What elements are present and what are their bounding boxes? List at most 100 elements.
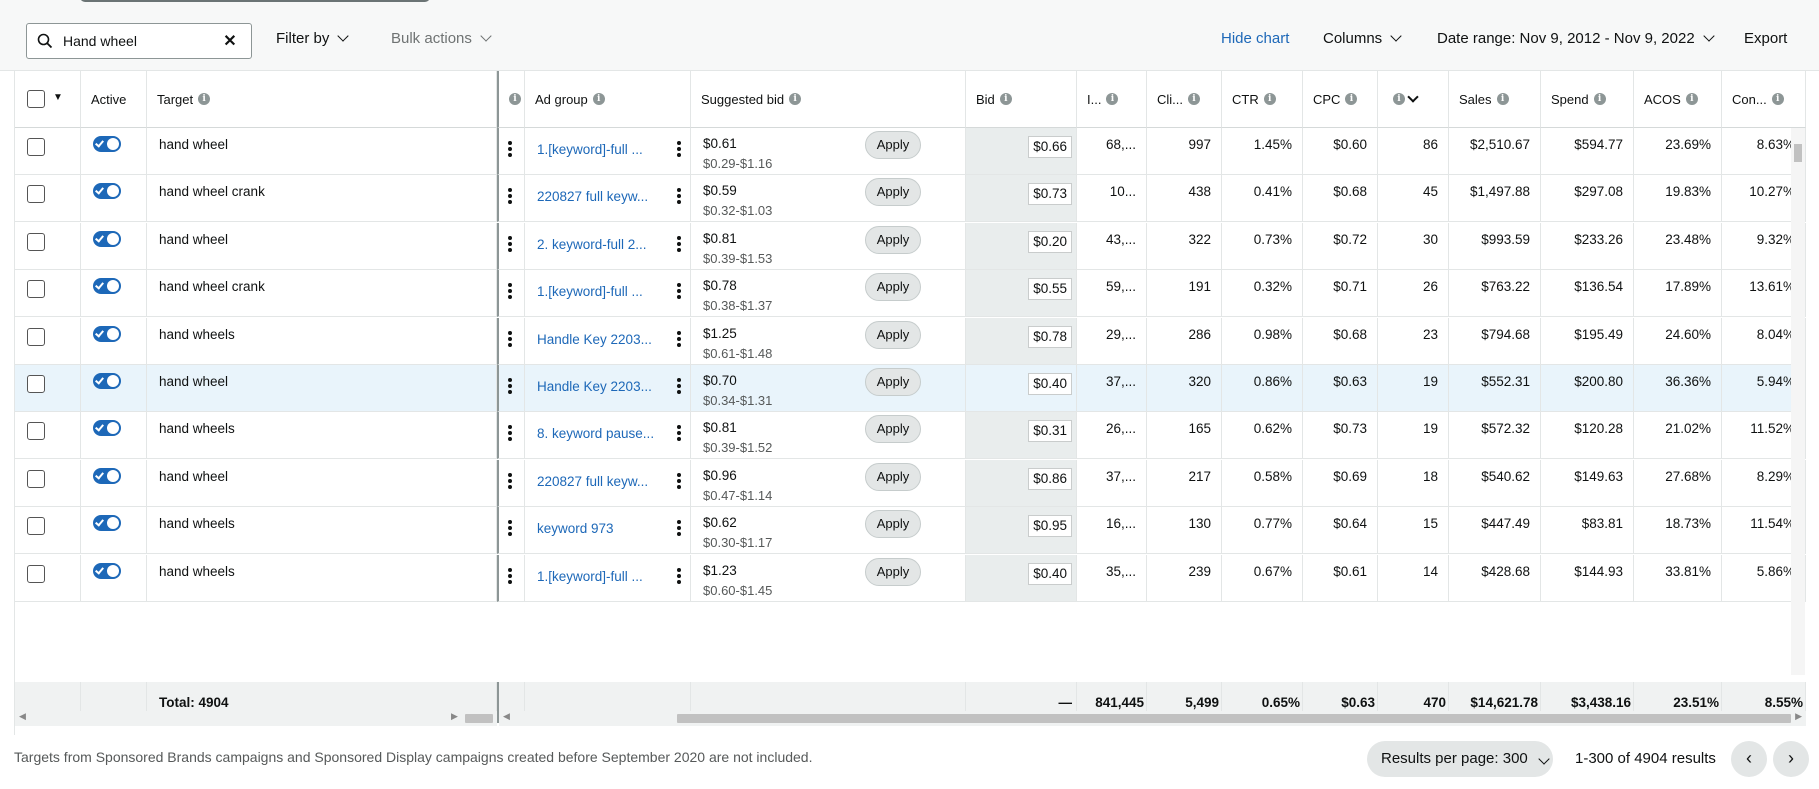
row-checkbox[interactable] [27, 328, 45, 346]
row-checkbox[interactable] [27, 233, 45, 251]
column-header-bid[interactable]: Bid i [966, 71, 1077, 128]
more-actions-icon[interactable] [508, 283, 512, 301]
left-scroll-thumb[interactable] [465, 714, 493, 723]
row-checkbox[interactable] [27, 517, 45, 535]
more-actions-icon[interactable] [508, 378, 512, 396]
active-toggle[interactable] [93, 278, 121, 294]
column-header-orders[interactable]: i [1378, 71, 1449, 128]
column-header-cpc[interactable]: CPC i [1303, 71, 1378, 128]
active-toggle[interactable] [93, 183, 121, 199]
row-checkbox[interactable] [27, 565, 45, 583]
column-header-ad-group[interactable]: Ad group i [525, 71, 691, 128]
active-toggle[interactable] [93, 231, 121, 247]
next-page-button[interactable]: › [1773, 741, 1809, 777]
column-header-ctr[interactable]: CTR i [1222, 71, 1303, 128]
apply-button[interactable]: Apply [865, 510, 921, 538]
bid-input[interactable]: $0.40 [1028, 373, 1072, 395]
more-actions-icon[interactable] [508, 425, 512, 443]
scroll-left-icon[interactable]: ◀ [19, 711, 26, 722]
apply-button[interactable]: Apply [865, 321, 921, 349]
row-checkbox[interactable] [27, 470, 45, 488]
column-header-sales[interactable]: Sales i [1449, 71, 1541, 128]
more-actions-icon[interactable] [677, 283, 681, 301]
column-header-target[interactable]: Target i [147, 71, 497, 128]
search-value[interactable]: Hand wheel [63, 33, 217, 49]
hide-chart-link[interactable]: Hide chart [1221, 30, 1289, 47]
ad-group-link[interactable]: Handle Key 2203... [537, 379, 652, 394]
bid-input[interactable]: $0.95 [1028, 515, 1072, 537]
sort-descending-icon[interactable] [1407, 90, 1419, 103]
active-toggle[interactable] [93, 136, 121, 152]
column-header-conv[interactable]: Con... i [1722, 71, 1806, 128]
active-toggle[interactable] [93, 515, 121, 531]
date-range-button[interactable]: Date range: Nov 9, 2012 - Nov 9, 2022 [1437, 30, 1715, 47]
active-toggle[interactable] [93, 326, 121, 342]
column-header-active[interactable]: Active [81, 71, 147, 128]
more-actions-icon[interactable] [508, 520, 512, 538]
clear-search-icon[interactable]: ✕ [217, 31, 243, 51]
active-toggle[interactable] [93, 468, 121, 484]
row-checkbox[interactable] [27, 422, 45, 440]
more-actions-icon[interactable] [508, 188, 512, 206]
results-per-page-select[interactable]: Results per page: 300 [1367, 741, 1553, 777]
bid-input[interactable]: $0.31 [1028, 420, 1072, 442]
row-checkbox[interactable] [27, 280, 45, 298]
more-actions-icon[interactable] [677, 425, 681, 443]
more-actions-icon[interactable] [677, 520, 681, 538]
ad-group-link[interactable]: keyword 973 [537, 521, 614, 536]
search-input[interactable]: Hand wheel ✕ [26, 23, 252, 59]
select-all-checkbox[interactable] [27, 90, 45, 108]
ad-group-link[interactable]: 1.[keyword]-full ... [537, 569, 643, 584]
active-toggle[interactable] [93, 373, 121, 389]
more-actions-icon[interactable] [508, 568, 512, 586]
row-checkbox[interactable] [27, 185, 45, 203]
more-actions-icon[interactable] [508, 331, 512, 349]
apply-button[interactable]: Apply [865, 131, 921, 159]
more-actions-icon[interactable] [508, 473, 512, 491]
more-actions-icon[interactable] [508, 141, 512, 159]
apply-button[interactable]: Apply [865, 368, 921, 396]
column-header-acos[interactable]: ACOS i [1634, 71, 1722, 128]
previous-page-button[interactable]: ‹ [1731, 741, 1767, 777]
row-checkbox[interactable] [27, 138, 45, 156]
right-horizontal-scrollbar[interactable]: ◀ ▶ [499, 711, 1806, 726]
caret-down-icon[interactable]: ▼ [53, 92, 63, 103]
left-horizontal-scrollbar[interactable]: ◀ ▶ [15, 711, 497, 726]
right-scroll-thumb[interactable] [677, 714, 1791, 723]
more-actions-icon[interactable] [677, 568, 681, 586]
apply-button[interactable]: Apply [865, 273, 921, 301]
active-toggle[interactable] [93, 563, 121, 579]
scroll-left-icon[interactable]: ◀ [503, 711, 510, 722]
column-header-spend[interactable]: Spend i [1541, 71, 1634, 128]
ad-group-link[interactable]: 2. keyword-full 2... [537, 237, 647, 252]
ad-group-link[interactable]: 220827 full keyw... [537, 474, 648, 489]
more-actions-icon[interactable] [677, 331, 681, 349]
vertical-scrollbar[interactable] [1791, 128, 1805, 675]
more-actions-icon[interactable] [508, 236, 512, 254]
ad-group-link[interactable]: Handle Key 2203... [537, 332, 652, 347]
scroll-handle[interactable] [80, 0, 430, 2]
column-header-sugg[interactable]: Suggested bid i [691, 71, 966, 128]
vertical-scroll-thumb[interactable] [1794, 144, 1802, 162]
apply-button[interactable]: Apply [865, 178, 921, 206]
ad-group-link[interactable]: 1.[keyword]-full ... [537, 284, 643, 299]
bid-input[interactable]: $0.78 [1028, 326, 1072, 348]
column-header-impr[interactable]: I... i [1077, 71, 1147, 128]
more-actions-icon[interactable] [677, 473, 681, 491]
bid-input[interactable]: $0.40 [1028, 563, 1072, 585]
bid-input[interactable]: $0.86 [1028, 468, 1072, 490]
bid-input[interactable]: $0.20 [1028, 231, 1072, 253]
ad-group-link[interactable]: 8. keyword pause... [537, 426, 654, 441]
apply-button[interactable]: Apply [865, 558, 921, 586]
filter-by-button[interactable]: Filter by [276, 30, 350, 47]
scroll-right-icon[interactable]: ▶ [451, 711, 458, 722]
more-actions-icon[interactable] [677, 378, 681, 396]
apply-button[interactable]: Apply [865, 226, 921, 254]
more-actions-icon[interactable] [677, 141, 681, 159]
more-actions-icon[interactable] [677, 236, 681, 254]
apply-button[interactable]: Apply [865, 415, 921, 443]
export-button[interactable]: Export [1744, 30, 1787, 47]
ad-group-link[interactable]: 220827 full keyw... [537, 189, 648, 204]
apply-button[interactable]: Apply [865, 463, 921, 491]
more-actions-icon[interactable] [677, 188, 681, 206]
